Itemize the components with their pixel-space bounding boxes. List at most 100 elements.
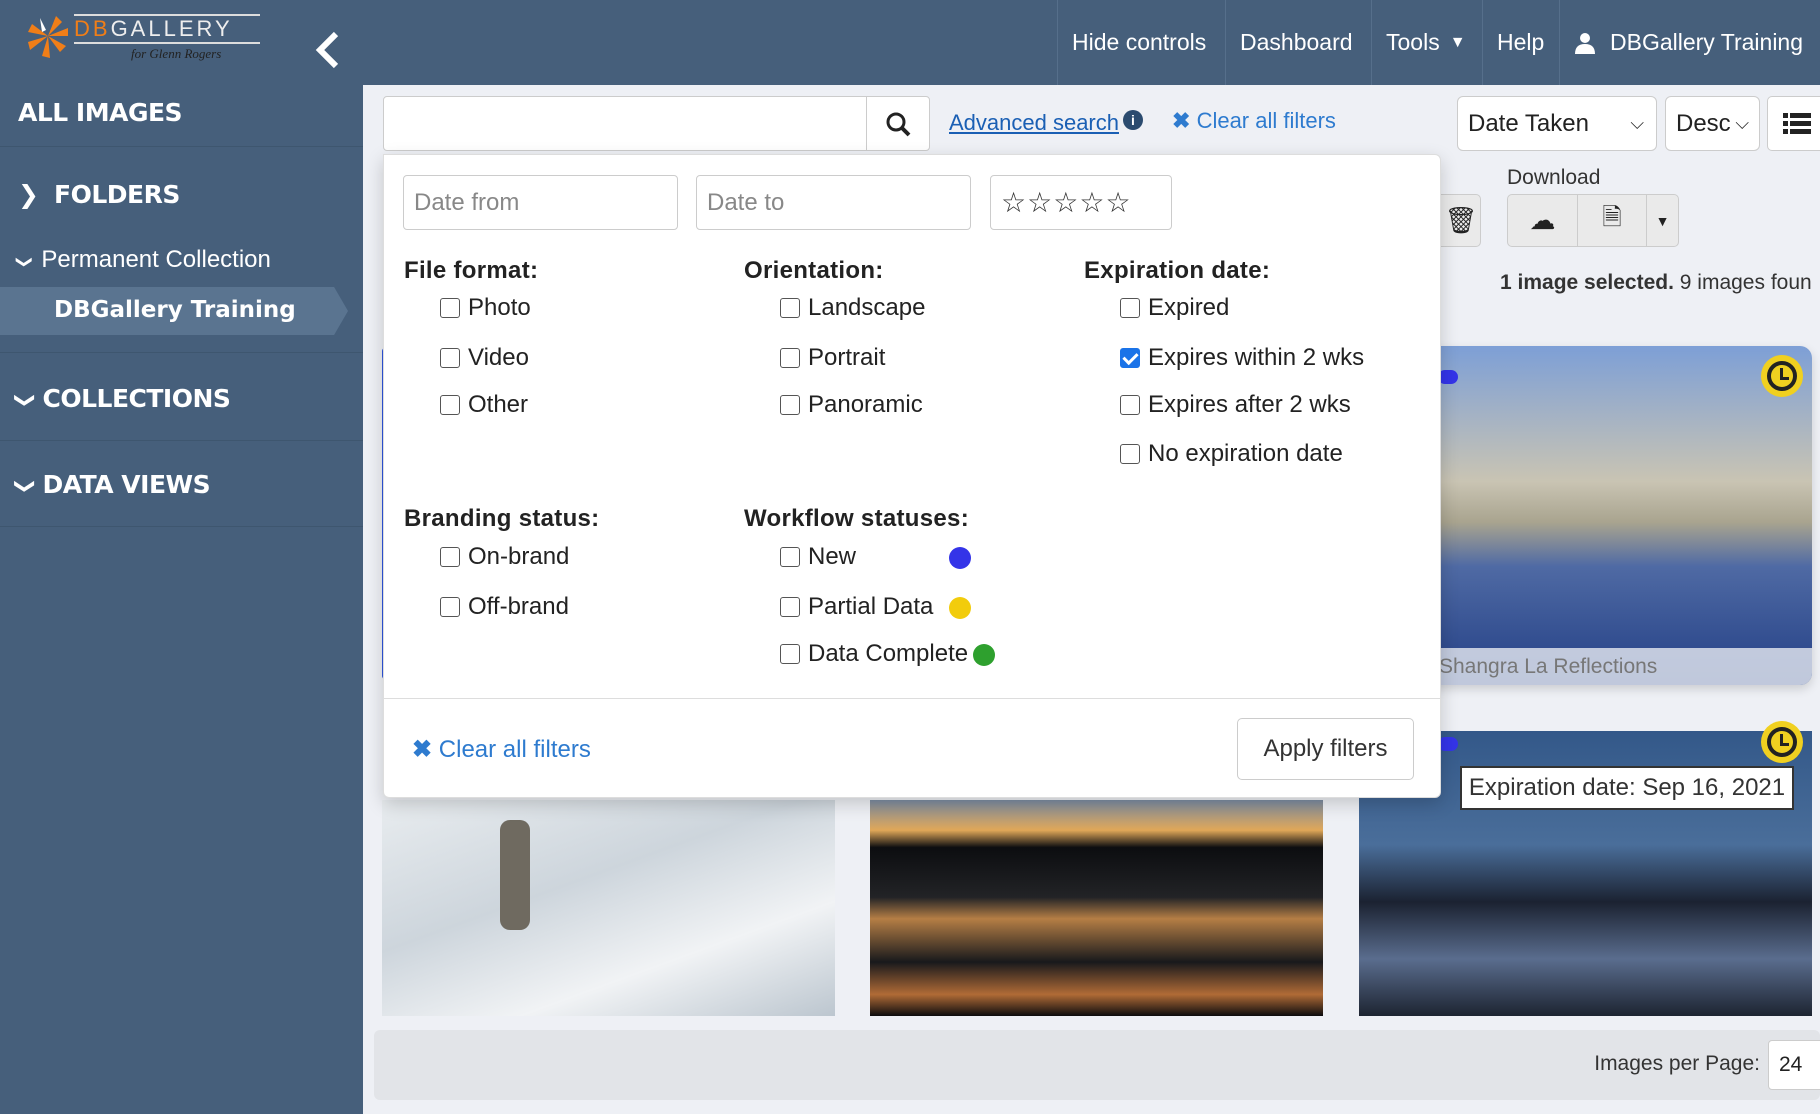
star-icon[interactable]: ☆ [1053, 186, 1079, 219]
image-thumbnail[interactable] [382, 800, 835, 1016]
filter-option-expires-after-2-wks[interactable]: Expires after 2 wks [1120, 391, 1351, 419]
list-view-button[interactable] [1767, 96, 1820, 151]
sidebar-all-images[interactable]: ALL IMAGES [18, 98, 183, 127]
workflow-status-dot [973, 644, 995, 666]
option-label: Expired [1148, 294, 1230, 321]
search-input[interactable] [383, 96, 867, 151]
option-label: Off-brand [468, 593, 569, 620]
checkbox[interactable] [1120, 298, 1140, 318]
sidebar-collections[interactable]: ❯ COLLECTIONS [14, 384, 231, 413]
tools-menu[interactable]: Tools ▼ [1371, 0, 1480, 85]
checkbox[interactable] [440, 395, 460, 415]
selected-count: 1 image selected. [1500, 271, 1674, 294]
filter-option-new[interactable]: New [780, 543, 856, 571]
filter-option-portrait[interactable]: Portrait [780, 344, 885, 372]
checkbox[interactable] [780, 547, 800, 567]
clear-filters-label: Clear all filters [438, 736, 591, 763]
filter-option-partial-data[interactable]: Partial Data [780, 593, 933, 621]
checkbox[interactable] [440, 348, 460, 368]
date-from-placeholder: Date from [414, 188, 520, 216]
checkbox[interactable] [780, 348, 800, 368]
checkbox[interactable] [1120, 348, 1140, 368]
apply-filters-button[interactable]: Apply filters [1237, 718, 1414, 780]
download-cloud-button[interactable]: ☁ [1507, 194, 1578, 247]
checkbox[interactable] [780, 644, 800, 664]
rating-filter[interactable]: ☆ ☆ ☆ ☆ ☆ [990, 175, 1172, 230]
filter-option-landscape[interactable]: Landscape [780, 294, 925, 322]
checkbox[interactable] [440, 547, 460, 567]
chevron-down-icon: ⌵ [1735, 113, 1749, 133]
logo[interactable]: DBGALLERY for Glenn Rogers [26, 12, 260, 67]
chevron-down-icon: ❯ [15, 255, 33, 269]
filter-option-panoramic[interactable]: Panoramic [780, 391, 923, 419]
clear-filters-button[interactable]: ✖ Clear all filters [412, 735, 591, 764]
list-icon [1783, 112, 1811, 134]
date-from-input[interactable]: Date from [403, 175, 678, 230]
checkbox[interactable] [780, 597, 800, 617]
selection-status: 1 image selected. 9 images foun [1500, 271, 1812, 295]
folder-permanent-collection[interactable]: ❯ Permanent Collection [15, 246, 271, 274]
hide-controls-link[interactable]: Hide controls [1057, 0, 1220, 85]
chevron-down-icon: ⌵ [1630, 113, 1644, 133]
per-page-label: Images per Page: [1594, 1052, 1760, 1075]
user-menu[interactable]: DBGallery Training [1559, 0, 1817, 85]
caret-down-icon: ▼ [1449, 33, 1466, 51]
star-icon[interactable]: ☆ [1027, 186, 1053, 219]
filter-option-other[interactable]: Other [440, 391, 528, 419]
branding-heading: Branding status: [404, 505, 600, 532]
filter-option-video[interactable]: Video [440, 344, 529, 372]
chevron-down-icon: ❯ [14, 391, 39, 409]
filter-option-data-complete[interactable]: Data Complete [780, 640, 968, 668]
filter-option-expired[interactable]: Expired [1120, 294, 1229, 322]
download-options-button[interactable]: ▼ [1646, 194, 1679, 247]
option-label: On-brand [468, 543, 570, 570]
sort-field-select[interactable]: Date Taken ⌵ [1457, 96, 1657, 151]
sort-order-select[interactable]: Desc ⌵ [1665, 96, 1760, 151]
clear-filters-top-link[interactable]: ✖ Clear all filters [1172, 108, 1336, 134]
checkbox[interactable] [1120, 444, 1140, 464]
option-label: Other [468, 391, 529, 418]
collapse-sidebar-icon[interactable] [312, 30, 342, 70]
date-to-input[interactable]: Date to [696, 175, 971, 230]
folder-label: DBGallery Training [54, 297, 296, 323]
top-nav: Hide controls Dashboard Tools ▼ Help DBGa… [363, 0, 1820, 85]
search-button[interactable] [866, 96, 930, 151]
orientation-heading: Orientation: [744, 257, 884, 284]
filter-option-off-brand[interactable]: Off-brand [440, 593, 569, 621]
clear-filters-label: Clear all filters [1196, 108, 1336, 133]
checkbox[interactable] [780, 298, 800, 318]
sidebar-folders[interactable]: ❯ [18, 180, 39, 209]
sidebar-data-views[interactable]: ❯ DATA VIEWS [14, 470, 210, 499]
sort-order-value: Desc [1676, 109, 1731, 137]
filter-option-no-expiration-date[interactable]: No expiration date [1120, 440, 1343, 468]
option-label: Expires within 2 wks [1148, 344, 1365, 371]
filter-option-expires-within-2-wks[interactable]: Expires within 2 wks [1120, 344, 1364, 372]
download-file-button[interactable]: 🗎 [1577, 194, 1647, 247]
checkbox[interactable] [1120, 395, 1140, 415]
logo-wordmark: DBGALLERY [74, 14, 260, 44]
star-icon[interactable]: ☆ [1001, 186, 1027, 219]
file-download-icon: 🗎 [1602, 204, 1622, 231]
filter-panel: Date from Date to ☆ ☆ ☆ ☆ ☆ File format: Ori… [383, 154, 1441, 798]
filter-option-photo[interactable]: Photo [440, 294, 531, 322]
info-icon[interactable]: i [1123, 110, 1143, 130]
filter-option-on-brand[interactable]: On-brand [440, 543, 569, 571]
trash-icon: 🗑 [1444, 205, 1478, 235]
option-label: Video [468, 344, 529, 371]
star-icon[interactable]: ☆ [1079, 186, 1105, 219]
star-icon[interactable]: ☆ [1105, 186, 1131, 219]
workflow-status-dot [949, 547, 971, 569]
option-label: Portrait [808, 344, 886, 371]
image-thumbnail[interactable] [870, 800, 1323, 1016]
per-page-select[interactable]: 24 [1768, 1040, 1820, 1090]
chevron-down-icon: ❯ [14, 477, 39, 495]
checkbox[interactable] [440, 597, 460, 617]
sidebar: DBGALLERY for Glenn Rogers ALL IMAGES ❯ … [0, 0, 363, 1114]
dashboard-link[interactable]: Dashboard [1225, 0, 1367, 85]
advanced-search-link[interactable]: Advanced search [949, 110, 1119, 136]
option-label: Panoramic [808, 391, 923, 418]
checkbox[interactable] [780, 395, 800, 415]
help-link[interactable]: Help [1482, 0, 1558, 85]
checkbox[interactable] [440, 298, 460, 318]
expiration-heading: Expiration date: [1084, 257, 1271, 284]
